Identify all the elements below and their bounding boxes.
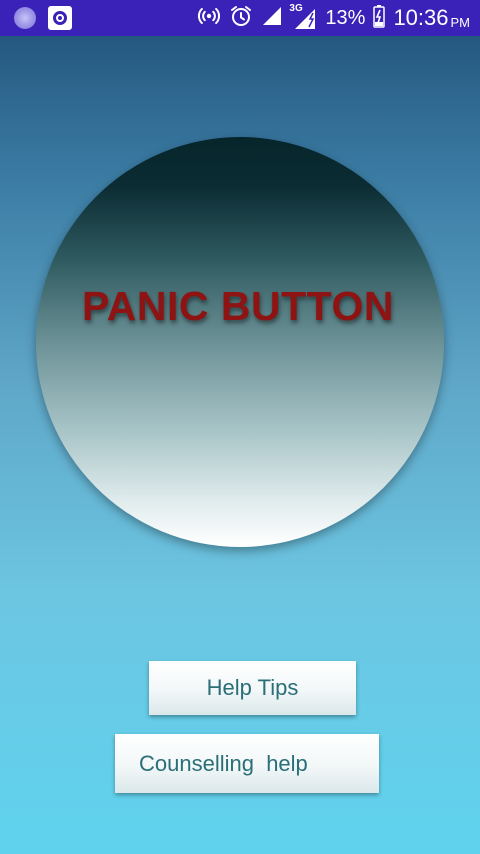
target-icon <box>48 6 72 30</box>
panic-button[interactable] <box>36 137 444 547</box>
network-type-label: 3G <box>289 3 303 14</box>
signal-icon <box>261 5 283 32</box>
status-bar-left <box>14 6 72 30</box>
alarm-icon <box>229 4 253 33</box>
battery-charging-icon <box>373 4 386 33</box>
status-bar: 3G 13% 10:36 PM <box>0 0 480 36</box>
notification-dot-icon <box>14 7 36 29</box>
hotspot-icon <box>197 4 221 33</box>
clock-ampm: PM <box>450 15 471 30</box>
battery-percent: 13% <box>325 6 366 29</box>
clock-time: 10:36 <box>393 5 449 30</box>
panic-button-label: PANIC BUTTON <box>82 283 394 329</box>
status-bar-right: 3G 13% 10:36 PM <box>197 0 470 36</box>
clock: 10:36 PM <box>393 5 470 31</box>
signal-3g-icon: 3G <box>289 3 317 31</box>
counselling-help-button[interactable]: Counselling help <box>115 734 379 793</box>
help-tips-button[interactable]: Help Tips <box>149 661 356 715</box>
